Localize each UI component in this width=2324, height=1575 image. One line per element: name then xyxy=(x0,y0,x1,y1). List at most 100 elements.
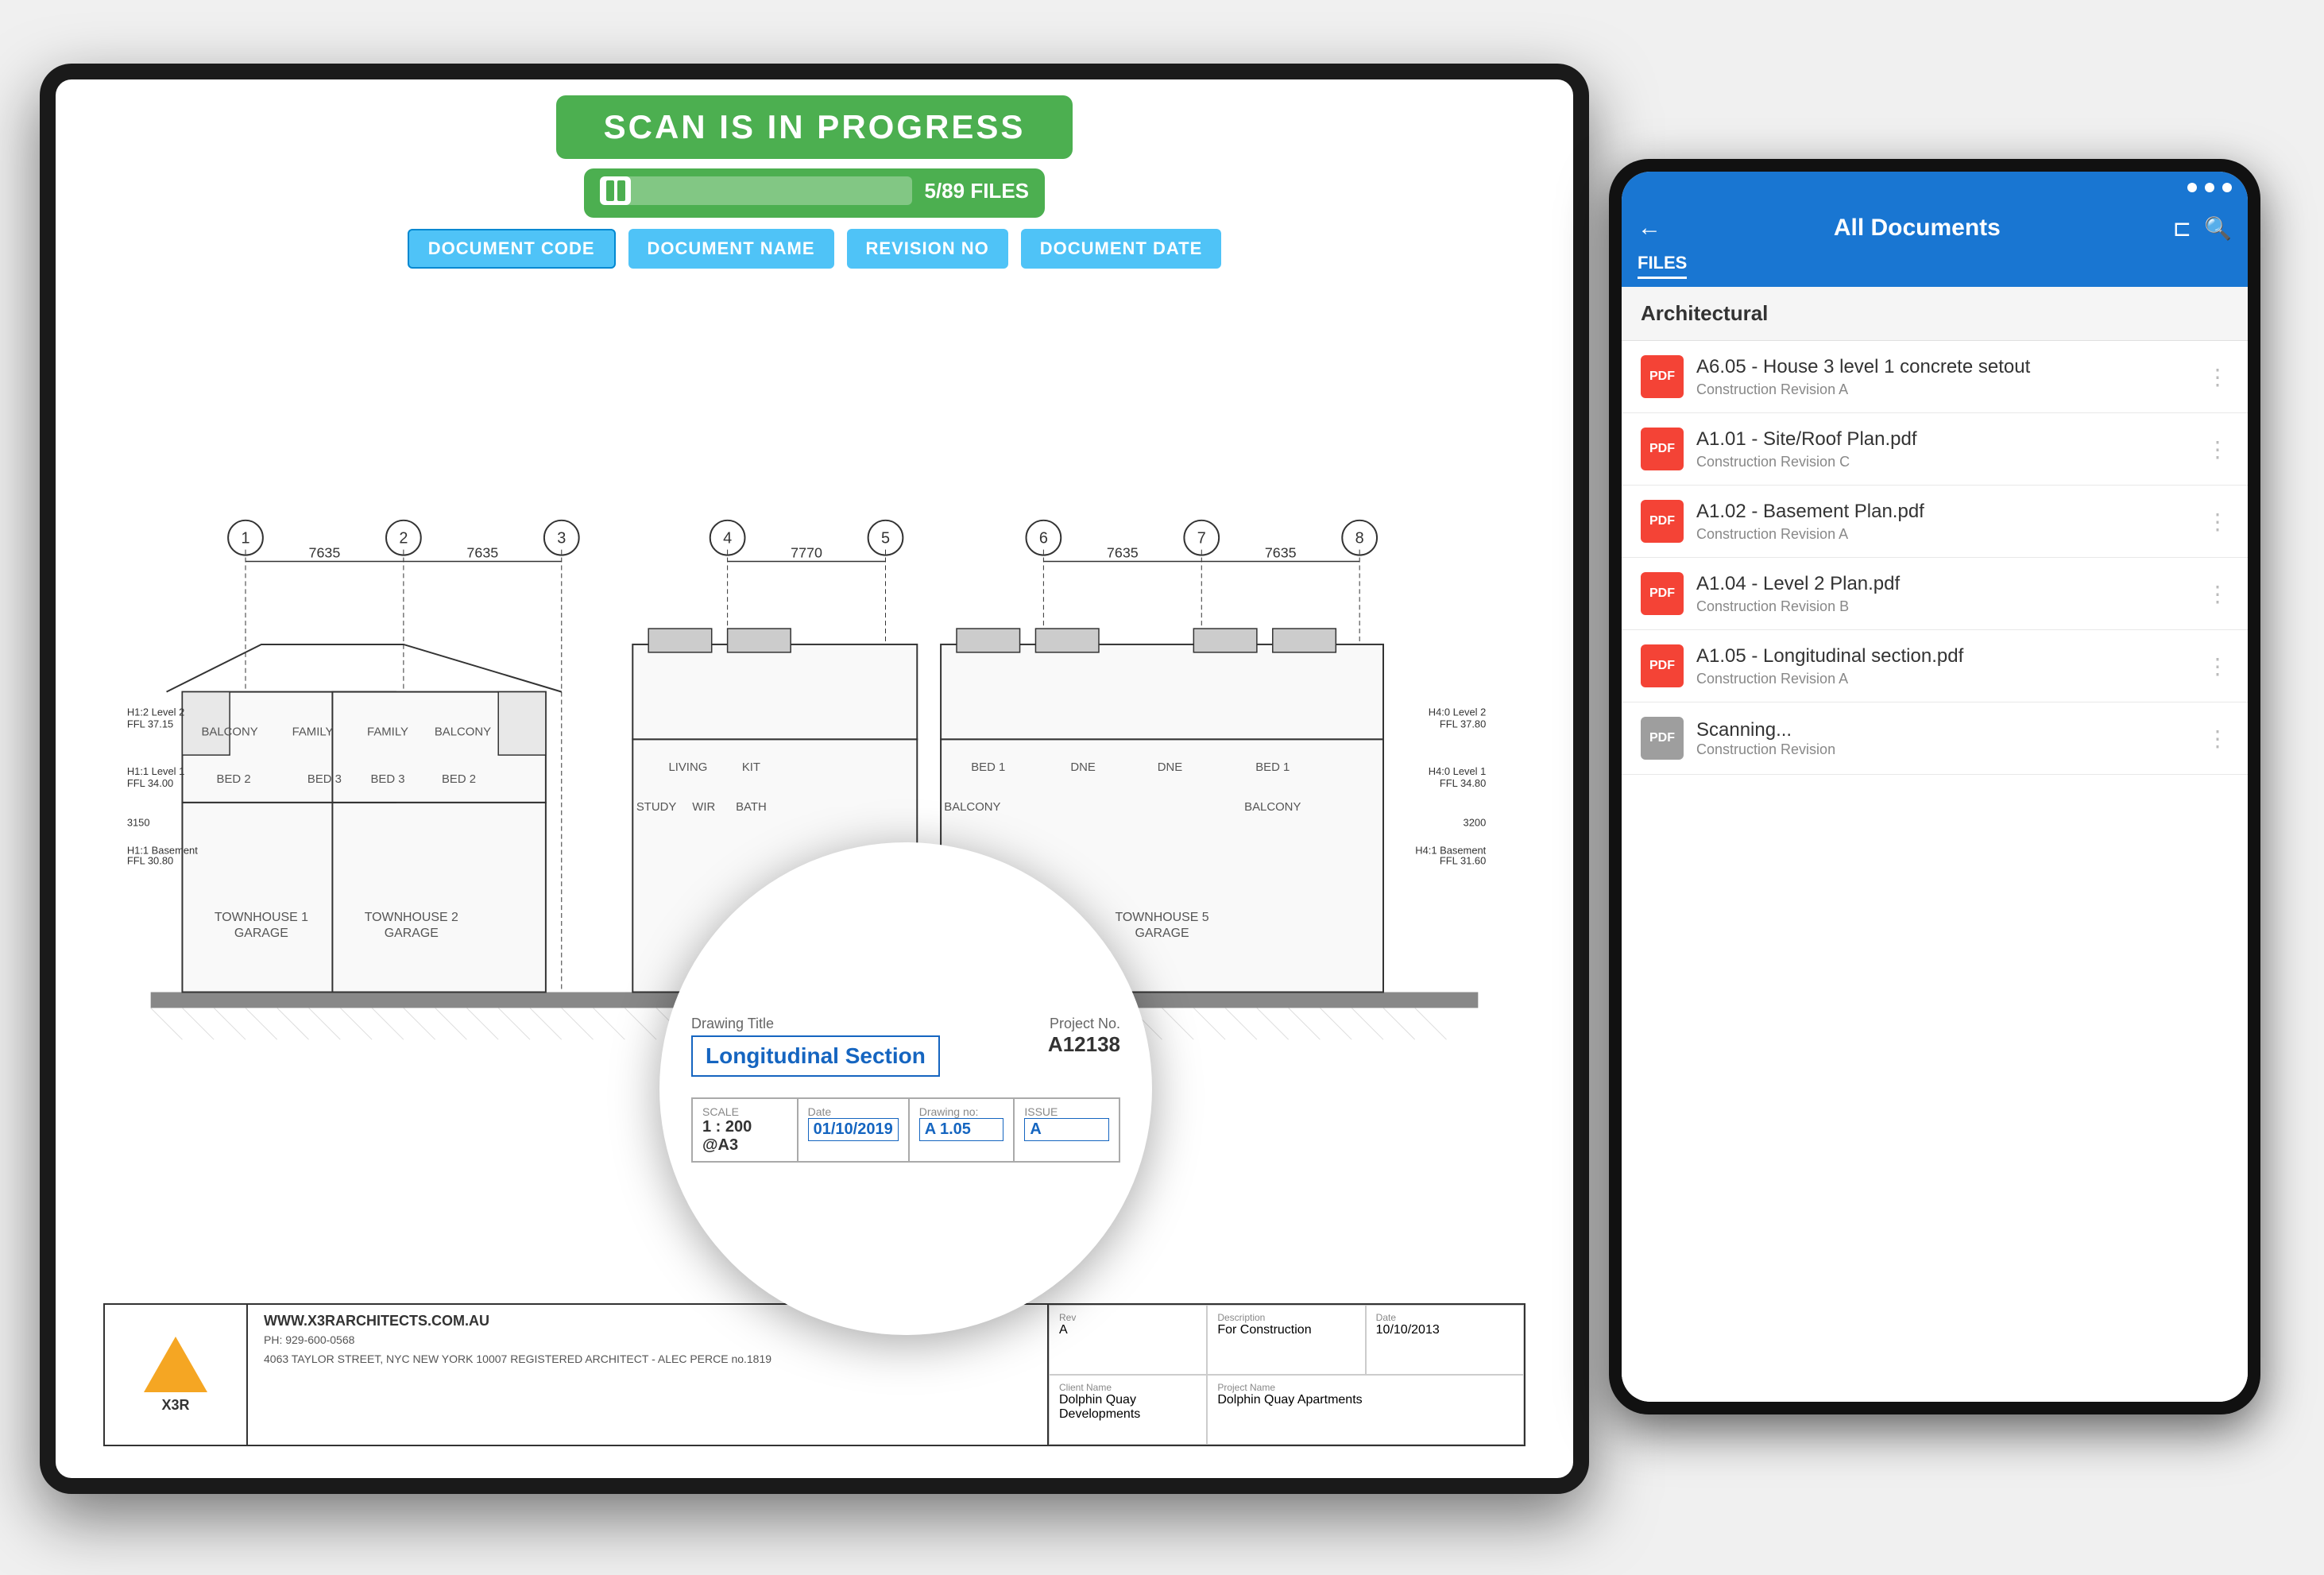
zoom-cell-issue: ISSUE A xyxy=(1014,1098,1119,1162)
col-btn-revision-no[interactable]: REVISION NO xyxy=(847,229,1008,269)
svg-text:TOWNHOUSE 5: TOWNHOUSE 5 xyxy=(1115,911,1208,924)
phone-content: Architectural PDF A6.05 - House 3 level … xyxy=(1622,287,2248,1402)
phone-share-button[interactable]: ⊏ xyxy=(2173,215,2191,242)
svg-text:TOWNHOUSE 2: TOWNHOUSE 2 xyxy=(365,911,458,924)
phone-header-title: All Documents xyxy=(1674,215,2160,242)
svg-text:BED 2: BED 2 xyxy=(217,773,251,786)
col-btn-document-date[interactable]: DOCUMENT DATE xyxy=(1021,229,1221,269)
status-dot-2 xyxy=(2205,183,2214,192)
scanning-text: Scanning... Construction Revision xyxy=(1696,719,2194,758)
pdf-icon-3: PDF xyxy=(1641,572,1684,615)
doc-item-2[interactable]: PDF A1.02 - Basement Plan.pdf Constructi… xyxy=(1622,486,2248,558)
svg-text:BED 1: BED 1 xyxy=(1255,761,1290,774)
doc-info-1: A1.01 - Site/Roof Plan.pdf Construction … xyxy=(1696,428,2194,470)
doc-item-4[interactable]: PDF A1.05 - Longitudinal section.pdf Con… xyxy=(1622,630,2248,702)
pdf-icon-4: PDF xyxy=(1641,644,1684,687)
zoom-cell-scale: SCALE 1 : 200 @A3 xyxy=(692,1098,798,1162)
progress-bar-outer xyxy=(600,176,912,205)
phone-screen: ← All Documents ⊏ 🔍 FILES Architectural … xyxy=(1622,172,2248,1402)
title-cell-desc: Description For Construction xyxy=(1207,1305,1365,1375)
doc-menu-1[interactable]: ⋮ xyxy=(2206,436,2229,462)
svg-text:LIVING: LIVING xyxy=(668,761,707,774)
svg-text:5: 5 xyxy=(881,530,890,548)
doc-subtitle-2: Construction Revision A xyxy=(1696,526,2194,543)
svg-text:BED 1: BED 1 xyxy=(971,761,1005,774)
svg-text:BED 3: BED 3 xyxy=(370,773,404,786)
svg-text:BALCONY: BALCONY xyxy=(944,801,1000,814)
doc-menu-2[interactable]: ⋮ xyxy=(2206,509,2229,535)
svg-text:FAMILY: FAMILY xyxy=(292,726,334,738)
svg-text:2: 2 xyxy=(399,530,408,548)
doc-item-1[interactable]: PDF A1.01 - Site/Roof Plan.pdf Construct… xyxy=(1622,413,2248,486)
pdf-icon-2: PDF xyxy=(1641,500,1684,543)
svg-text:GARAGE: GARAGE xyxy=(234,927,288,940)
svg-text:FFL 34.00: FFL 34.00 xyxy=(127,777,173,789)
zoom-grid: SCALE 1 : 200 @A3 Date 01/10/2019 Drawin… xyxy=(691,1097,1120,1163)
progress-bar-inner xyxy=(600,176,631,205)
zoom-drawing-title-value: Longitudinal Section xyxy=(691,1035,940,1077)
progress-icon xyxy=(600,180,632,201)
column-headers: DOCUMENT CODE DOCUMENT NAME REVISION NO … xyxy=(408,229,1222,269)
svg-text:3150: 3150 xyxy=(127,817,150,829)
svg-text:3: 3 xyxy=(557,530,566,548)
svg-text:BED 3: BED 3 xyxy=(307,773,342,786)
svg-text:H4:0 Level 1: H4:0 Level 1 xyxy=(1429,765,1486,777)
pdf-icon-0: PDF xyxy=(1641,355,1684,398)
svg-text:FFL 37.80: FFL 37.80 xyxy=(1440,718,1486,729)
scanning-menu[interactable]: ⋮ xyxy=(2206,726,2229,752)
svg-text:FFL 30.80: FFL 30.80 xyxy=(127,854,173,866)
svg-text:3200: 3200 xyxy=(1464,817,1487,829)
status-dot-3 xyxy=(2222,183,2232,192)
doc-menu-4[interactable]: ⋮ xyxy=(2206,653,2229,679)
tablet-device: SCAN IS IN PROGRESS 5/89 FILES D xyxy=(40,64,1589,1494)
doc-subtitle-1: Construction Revision C xyxy=(1696,454,2194,470)
svg-text:7635: 7635 xyxy=(1265,545,1297,561)
phone-back-button[interactable]: ← xyxy=(1638,215,1661,242)
svg-text:KIT: KIT xyxy=(742,761,760,774)
svg-text:DNE: DNE xyxy=(1158,761,1183,774)
doc-menu-0[interactable]: ⋮ xyxy=(2206,364,2229,390)
scanning-subtitle: Construction Revision xyxy=(1696,741,2194,758)
col-btn-document-name[interactable]: DOCUMENT NAME xyxy=(628,229,834,269)
phone-status-bar xyxy=(1622,172,2248,203)
title-block: X3R WWW.X3RARCHITECTS.COM.AU PH: 929-600… xyxy=(103,1303,1525,1446)
tablet-screen: SCAN IS IN PROGRESS 5/89 FILES D xyxy=(56,79,1573,1478)
svg-text:FFL 34.80: FFL 34.80 xyxy=(1440,777,1486,789)
zoom-content: Drawing Title Longitudinal Section Proje… xyxy=(659,984,1152,1194)
progress-text: 5/89 FILES xyxy=(925,179,1030,203)
scan-banner: SCAN IS IN PROGRESS xyxy=(556,95,1073,159)
svg-text:FFL 31.60: FFL 31.60 xyxy=(1440,854,1486,866)
phone-tab-files[interactable]: FILES xyxy=(1638,253,1687,279)
phone-search-button[interactable]: 🔍 xyxy=(2204,215,2232,242)
svg-text:BATH: BATH xyxy=(736,801,767,814)
scan-progress-container: SCAN IS IN PROGRESS 5/89 FILES D xyxy=(56,79,1573,269)
svg-text:8: 8 xyxy=(1355,530,1364,548)
doc-item-0[interactable]: PDF A6.05 - House 3 level 1 concrete set… xyxy=(1622,341,2248,413)
status-dot-1 xyxy=(2187,183,2197,192)
col-btn-document-code[interactable]: DOCUMENT CODE xyxy=(408,229,616,269)
doc-subtitle-3: Construction Revision B xyxy=(1696,598,2194,615)
doc-item-3[interactable]: PDF A1.04 - Level 2 Plan.pdf Constructio… xyxy=(1622,558,2248,630)
scan-banner-title: SCAN IS IN PROGRESS xyxy=(604,108,1026,146)
svg-text:STUDY: STUDY xyxy=(636,801,677,814)
scanning-item: PDF Scanning... Construction Revision ⋮ xyxy=(1622,702,2248,775)
zoom-cell-date: Date 01/10/2019 xyxy=(798,1098,909,1162)
svg-text:7635: 7635 xyxy=(309,545,341,561)
doc-name-3: A1.04 - Level 2 Plan.pdf xyxy=(1696,573,2194,595)
doc-name-0: A6.05 - House 3 level 1 concrete setout xyxy=(1696,356,2194,378)
logo-company-code: X3R xyxy=(161,1397,189,1414)
phone-tab-bar: FILES xyxy=(1622,253,2248,287)
progress-bar-wrapper: 5/89 FILES xyxy=(584,168,1045,218)
svg-text:TOWNHOUSE 1: TOWNHOUSE 1 xyxy=(215,911,308,924)
svg-text:GARAGE: GARAGE xyxy=(1135,927,1189,940)
doc-info-0: A6.05 - House 3 level 1 concrete setout … xyxy=(1696,356,2194,398)
zoom-project-no-value: A12138 xyxy=(1048,1032,1120,1057)
scanning-pdf-icon: PDF xyxy=(1641,717,1684,760)
svg-text:H1:2 Level 2: H1:2 Level 2 xyxy=(127,706,184,718)
doc-info-2: A1.02 - Basement Plan.pdf Construction R… xyxy=(1696,501,2194,543)
svg-text:H1:1 Level 1: H1:1 Level 1 xyxy=(127,765,184,777)
title-block-address: 4063 TAYLOR STREET, NYC NEW YORK 10007 R… xyxy=(264,1352,1031,1368)
svg-text:FFL 37.15: FFL 37.15 xyxy=(127,718,173,729)
doc-menu-3[interactable]: ⋮ xyxy=(2206,581,2229,607)
svg-text:6: 6 xyxy=(1039,530,1048,548)
